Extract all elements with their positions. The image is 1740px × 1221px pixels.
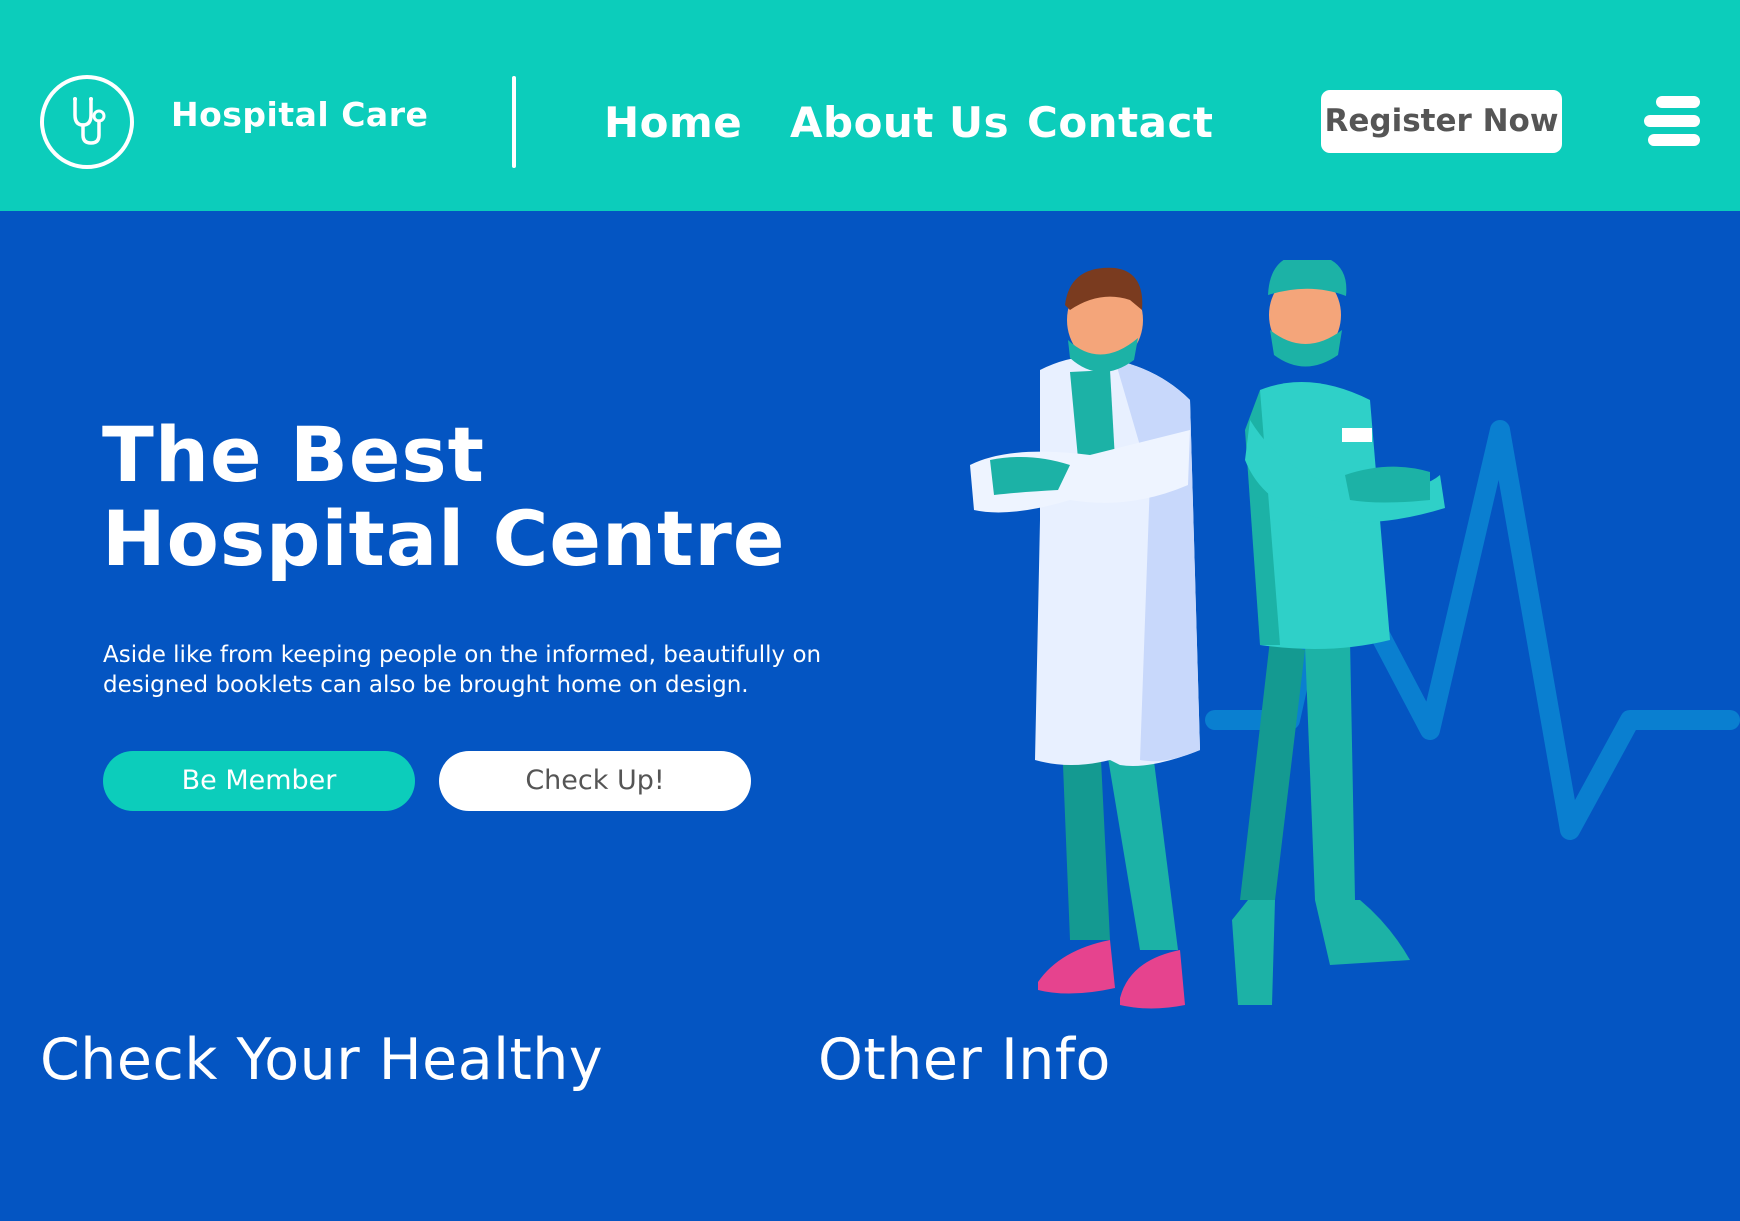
hamburger-menu-icon[interactable]	[1644, 96, 1700, 146]
hero-description: Aside like from keeping people on the in…	[103, 642, 822, 698]
stethoscope-icon	[73, 97, 106, 145]
header-divider	[512, 76, 516, 168]
doctor-scrubs	[1232, 260, 1445, 1005]
header-bar: Hospital Care Home About Us Contact Regi…	[0, 0, 1740, 211]
section-title-check-your-healthy: Check Your Healthy	[40, 1027, 604, 1093]
doctor-white-coat	[970, 267, 1200, 1009]
nav-home[interactable]: Home	[604, 98, 742, 147]
brand-name: Hospital Care	[171, 95, 429, 134]
doctors-illustration	[970, 260, 1740, 1009]
check-up-button[interactable]: Check Up!	[439, 751, 751, 811]
nav-contact[interactable]: Contact	[1027, 98, 1213, 147]
hero-title-line-2: Hospital Centre	[102, 494, 786, 583]
hero-title: The Best Hospital Centre	[102, 413, 785, 581]
hero-title-line-1: The Best	[102, 410, 485, 499]
nav-about-us[interactable]: About Us	[790, 98, 1009, 147]
logo[interactable]	[40, 75, 134, 169]
section-title-other-info: Other Info	[818, 1027, 1111, 1093]
register-now-button[interactable]: Register Now	[1321, 90, 1562, 153]
be-member-button[interactable]: Be Member	[103, 751, 415, 811]
